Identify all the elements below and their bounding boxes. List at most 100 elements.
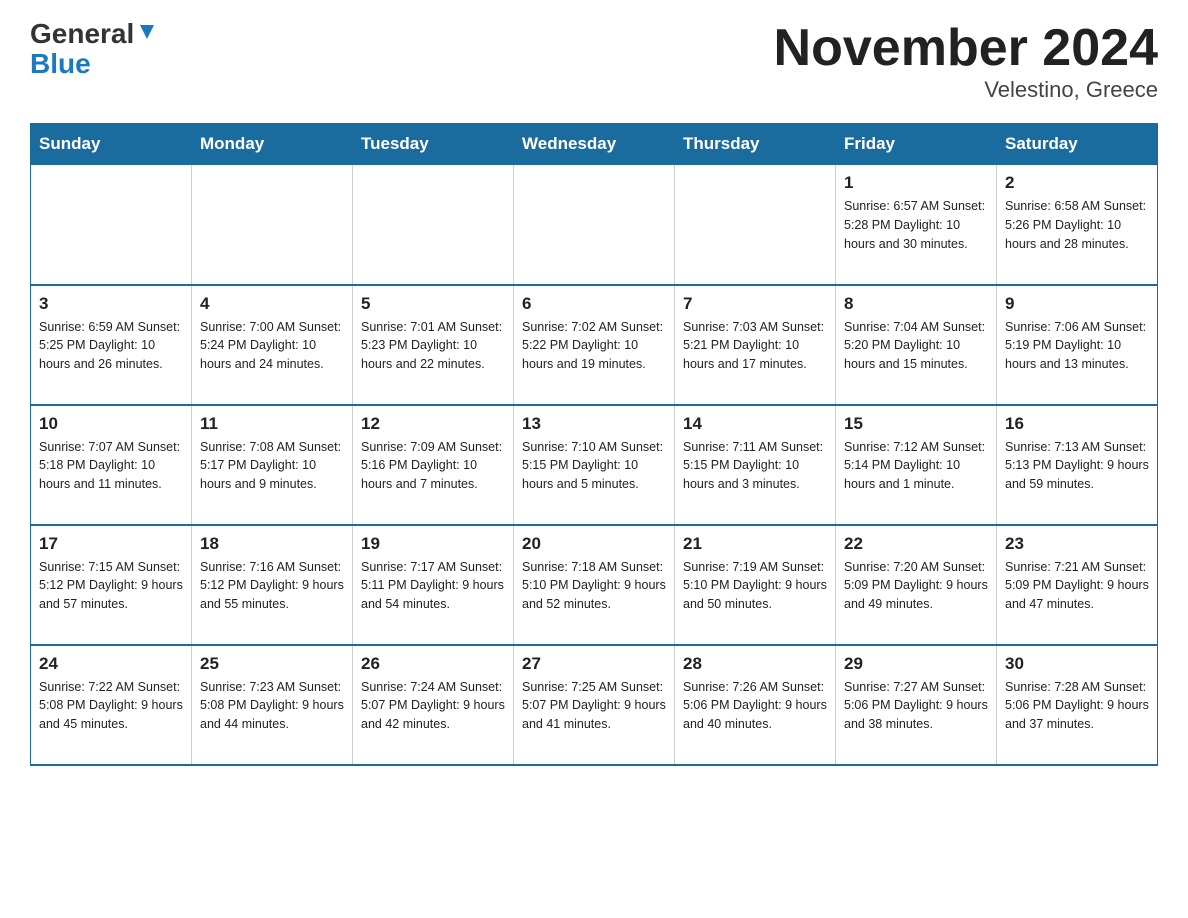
calendar-cell: [675, 165, 836, 285]
calendar-cell: 25Sunrise: 7:23 AM Sunset: 5:08 PM Dayli…: [192, 645, 353, 765]
page-header: General Blue November 2024 Velestino, Gr…: [30, 20, 1158, 103]
day-number: 11: [200, 414, 344, 434]
calendar-cell: 21 Sunrise: 7:19 AM Sunset: 5:10 PM Dayli…: [675, 525, 836, 645]
day-number: 14: [683, 414, 827, 434]
day-number: 6: [522, 294, 666, 314]
day-number: 21: [683, 534, 827, 554]
logo-triangle-icon: [136, 21, 158, 43]
day-info: Sunrise: 7:18 AM Sunset: 5:10 PM Dayligh…: [522, 558, 666, 614]
calendar-week-row-5: 24 Sunrise: 7:22 AM Sunset: 5:08 PM Dayli…: [31, 645, 1158, 765]
header-saturday: Saturday: [997, 124, 1158, 165]
calendar-week-row-3: 10Sunrise: 7:07 AM Sunset: 5:18 PM Dayli…: [31, 405, 1158, 525]
day-number: 30: [1005, 654, 1149, 674]
header-wednesday: Wednesday: [514, 124, 675, 165]
calendar-cell: 2 Sunrise: 6:58 AM Sunset: 5:26 PM Daylig…: [997, 165, 1158, 285]
day-number: 18: [200, 534, 344, 554]
day-number: 24: [39, 654, 183, 674]
calendar-cell: 7Sunrise: 7:03 AM Sunset: 5:21 PM Daylig…: [675, 285, 836, 405]
header-tuesday: Tuesday: [353, 124, 514, 165]
day-info: Sunrise: 7:28 AM Sunset: 5:06 PM Dayligh…: [1005, 678, 1149, 734]
day-number: 22: [844, 534, 988, 554]
day-info: Sunrise: 7:17 AM Sunset: 5:11 PM Dayligh…: [361, 558, 505, 614]
header-thursday: Thursday: [675, 124, 836, 165]
calendar-cell: 11 Sunrise: 7:08 AM Sunset: 5:17 PM Dayli…: [192, 405, 353, 525]
day-number: 13: [522, 414, 666, 434]
calendar-cell: 18Sunrise: 7:16 AM Sunset: 5:12 PM Dayli…: [192, 525, 353, 645]
calendar-cell: 9 Sunrise: 7:06 AM Sunset: 5:19 PM Daylig…: [997, 285, 1158, 405]
day-number: 12: [361, 414, 505, 434]
calendar-cell: 28 Sunrise: 7:26 AM Sunset: 5:06 PM Dayli…: [675, 645, 836, 765]
day-number: 7: [683, 294, 827, 314]
calendar-cell: [514, 165, 675, 285]
calendar-week-row-1: 1 Sunrise: 6:57 AM Sunset: 5:28 PM Daylig…: [31, 165, 1158, 285]
day-info: Sunrise: 7:12 AM Sunset: 5:14 PM Dayligh…: [844, 438, 988, 494]
calendar-cell: 5 Sunrise: 7:01 AM Sunset: 5:23 PM Daylig…: [353, 285, 514, 405]
calendar-cell: 13 Sunrise: 7:10 AM Sunset: 5:15 PM Dayli…: [514, 405, 675, 525]
day-info: Sunrise: 7:09 AM Sunset: 5:16 PM Dayligh…: [361, 438, 505, 494]
calendar-cell: 30 Sunrise: 7:28 AM Sunset: 5:06 PM Dayli…: [997, 645, 1158, 765]
calendar-subtitle: Velestino, Greece: [774, 77, 1158, 103]
day-info: Sunrise: 6:58 AM Sunset: 5:26 PM Dayligh…: [1005, 197, 1149, 253]
calendar-cell: 10Sunrise: 7:07 AM Sunset: 5:18 PM Dayli…: [31, 405, 192, 525]
calendar-title: November 2024: [774, 20, 1158, 77]
day-number: 16: [1005, 414, 1149, 434]
header-monday: Monday: [192, 124, 353, 165]
day-number: 2: [1005, 173, 1149, 193]
title-block: November 2024 Velestino, Greece: [774, 20, 1158, 103]
day-number: 29: [844, 654, 988, 674]
day-number: 19: [361, 534, 505, 554]
day-number: 1: [844, 173, 988, 193]
day-info: Sunrise: 7:08 AM Sunset: 5:17 PM Dayligh…: [200, 438, 344, 494]
day-info: Sunrise: 7:19 AM Sunset: 5:10 PM Dayligh…: [683, 558, 827, 614]
calendar-cell: [192, 165, 353, 285]
day-number: 27: [522, 654, 666, 674]
day-info: Sunrise: 7:04 AM Sunset: 5:20 PM Dayligh…: [844, 318, 988, 374]
calendar-cell: 20Sunrise: 7:18 AM Sunset: 5:10 PM Dayli…: [514, 525, 675, 645]
day-number: 17: [39, 534, 183, 554]
day-info: Sunrise: 7:21 AM Sunset: 5:09 PM Dayligh…: [1005, 558, 1149, 614]
day-number: 4: [200, 294, 344, 314]
day-number: 5: [361, 294, 505, 314]
weekday-header-row: Sunday Monday Tuesday Wednesday Thursday…: [31, 124, 1158, 165]
day-number: 25: [200, 654, 344, 674]
day-info: Sunrise: 7:11 AM Sunset: 5:15 PM Dayligh…: [683, 438, 827, 494]
day-number: 28: [683, 654, 827, 674]
day-info: Sunrise: 7:10 AM Sunset: 5:15 PM Dayligh…: [522, 438, 666, 494]
day-info: Sunrise: 7:20 AM Sunset: 5:09 PM Dayligh…: [844, 558, 988, 614]
calendar-cell: 27 Sunrise: 7:25 AM Sunset: 5:07 PM Dayli…: [514, 645, 675, 765]
calendar-cell: 3Sunrise: 6:59 AM Sunset: 5:25 PM Daylig…: [31, 285, 192, 405]
day-info: Sunrise: 7:06 AM Sunset: 5:19 PM Dayligh…: [1005, 318, 1149, 374]
calendar-week-row-2: 3Sunrise: 6:59 AM Sunset: 5:25 PM Daylig…: [31, 285, 1158, 405]
day-info: Sunrise: 7:27 AM Sunset: 5:06 PM Dayligh…: [844, 678, 988, 734]
calendar-cell: 22 Sunrise: 7:20 AM Sunset: 5:09 PM Dayli…: [836, 525, 997, 645]
calendar-cell: 1 Sunrise: 6:57 AM Sunset: 5:28 PM Daylig…: [836, 165, 997, 285]
day-info: Sunrise: 7:25 AM Sunset: 5:07 PM Dayligh…: [522, 678, 666, 734]
logo-general: General: [30, 20, 134, 48]
calendar-cell: 14 Sunrise: 7:11 AM Sunset: 5:15 PM Dayli…: [675, 405, 836, 525]
day-info: Sunrise: 7:02 AM Sunset: 5:22 PM Dayligh…: [522, 318, 666, 374]
day-info: Sunrise: 6:57 AM Sunset: 5:28 PM Dayligh…: [844, 197, 988, 253]
calendar-cell: 29 Sunrise: 7:27 AM Sunset: 5:06 PM Dayli…: [836, 645, 997, 765]
day-number: 8: [844, 294, 988, 314]
calendar-cell: 17 Sunrise: 7:15 AM Sunset: 5:12 PM Dayli…: [31, 525, 192, 645]
day-info: Sunrise: 7:01 AM Sunset: 5:23 PM Dayligh…: [361, 318, 505, 374]
calendar-cell: 12 Sunrise: 7:09 AM Sunset: 5:16 PM Dayli…: [353, 405, 514, 525]
day-info: Sunrise: 7:13 AM Sunset: 5:13 PM Dayligh…: [1005, 438, 1149, 494]
day-info: Sunrise: 7:26 AM Sunset: 5:06 PM Dayligh…: [683, 678, 827, 734]
calendar-cell: 26 Sunrise: 7:24 AM Sunset: 5:07 PM Dayli…: [353, 645, 514, 765]
calendar-cell: [31, 165, 192, 285]
day-info: Sunrise: 7:15 AM Sunset: 5:12 PM Dayligh…: [39, 558, 183, 614]
calendar-cell: 8 Sunrise: 7:04 AM Sunset: 5:20 PM Daylig…: [836, 285, 997, 405]
day-number: 15: [844, 414, 988, 434]
logo: General Blue: [30, 20, 158, 80]
day-info: Sunrise: 7:22 AM Sunset: 5:08 PM Dayligh…: [39, 678, 183, 734]
day-number: 23: [1005, 534, 1149, 554]
calendar-cell: 4Sunrise: 7:00 AM Sunset: 5:24 PM Daylig…: [192, 285, 353, 405]
header-sunday: Sunday: [31, 124, 192, 165]
day-number: 26: [361, 654, 505, 674]
calendar-week-row-4: 17 Sunrise: 7:15 AM Sunset: 5:12 PM Dayli…: [31, 525, 1158, 645]
day-number: 9: [1005, 294, 1149, 314]
day-info: Sunrise: 7:24 AM Sunset: 5:07 PM Dayligh…: [361, 678, 505, 734]
calendar-cell: 23 Sunrise: 7:21 AM Sunset: 5:09 PM Dayli…: [997, 525, 1158, 645]
calendar-cell: 24 Sunrise: 7:22 AM Sunset: 5:08 PM Dayli…: [31, 645, 192, 765]
